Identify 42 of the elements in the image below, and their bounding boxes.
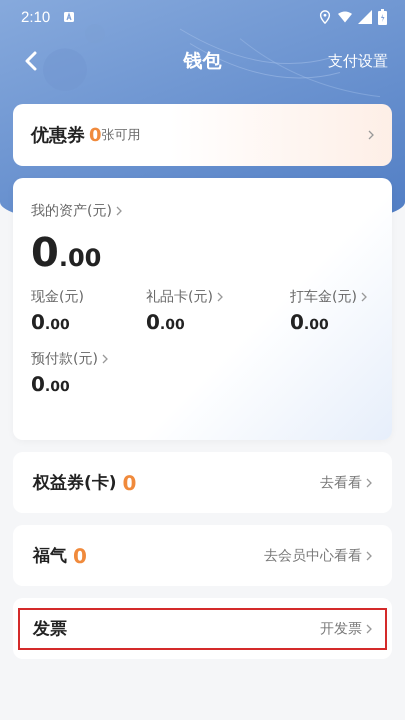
back-icon[interactable] [25,51,37,71]
location-icon [318,10,332,24]
list-card[interactable]: 福气 0 去会员中心看看 [13,525,392,586]
battery-icon [378,9,387,25]
page-title: 钱包 [184,49,222,74]
asset-amount: 0.00 [146,310,186,334]
status-time: 2:10 [21,8,50,26]
coupon-available-text: 张可用 [102,127,141,144]
chevron-icon [360,292,367,302]
chevron-icon [368,130,374,140]
list-card[interactable]: 权益券(卡) 0 去看看 [13,452,392,513]
chevron-icon [366,550,372,560]
coupon-card[interactable]: 优惠券 0张可用 [13,104,392,166]
asset-amount: 0.00 [290,310,330,334]
chevron-icon [216,292,223,302]
chevron-icon [366,478,372,488]
row-label: 权益券(卡) [33,472,117,494]
chevron-icon [102,354,108,364]
asset-amount: 0.00 [31,372,71,396]
coupon-label: 优惠券 [31,124,85,147]
wifi-icon [338,10,352,24]
row-action-link[interactable]: 去会员中心看看 [264,546,362,564]
total-assets-amount: 0.00 [31,230,102,276]
asset-label[interactable]: 现金(元) [31,288,84,306]
asset-label[interactable]: 打车金(元) [290,288,357,306]
row-count: 0 [122,470,136,494]
payment-settings-link[interactable]: 支付设置 [328,52,388,70]
row-action-link[interactable]: 开发票 [320,620,362,638]
list-card[interactable]: 发票 开发票 [13,598,392,659]
row-label: 发票 [33,618,67,640]
notification-icon [64,12,74,22]
asset-label[interactable]: 礼品卡(元) [146,288,213,306]
assets-label[interactable]: 我的资产(元) [31,202,112,220]
row-label: 福气 [33,545,67,567]
coupon-count: 0 [89,124,102,146]
chevron-icon [116,206,122,216]
row-action-link[interactable]: 去看看 [320,474,362,492]
signal-icon [358,10,372,24]
asset-label[interactable]: 预付款(元) [31,350,98,368]
chevron-icon [366,624,372,634]
row-count: 0 [73,544,87,568]
asset-amount: 0.00 [31,310,71,334]
